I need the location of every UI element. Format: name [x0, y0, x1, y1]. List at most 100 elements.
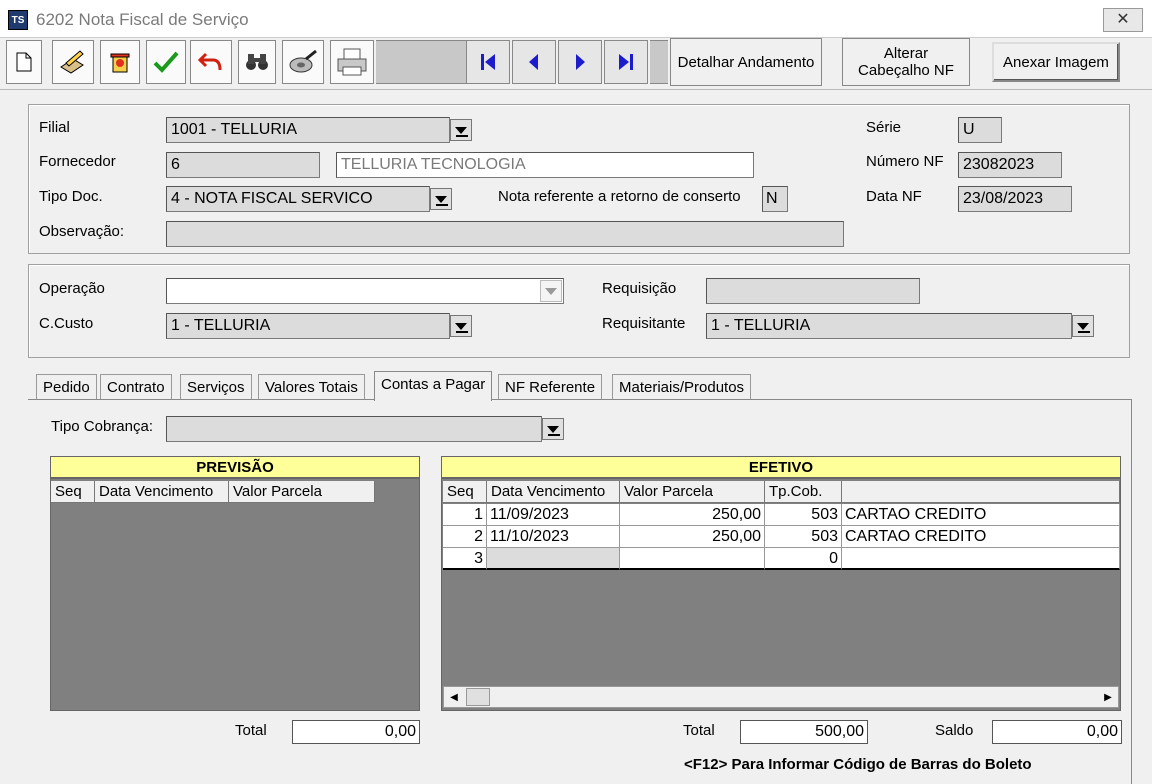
table-row-2-descricao[interactable]: CARTAO CREDITO — [842, 526, 1120, 548]
data-nf-field[interactable]: 23/08/2023 — [958, 186, 1072, 212]
scroll-right-icon[interactable]: ▶ — [1098, 687, 1118, 707]
requisitante-select[interactable]: 1 - TELLURIA — [706, 313, 1072, 339]
operacao-dropdown-icon[interactable] — [540, 280, 562, 302]
tab-pedido[interactable]: Pedido — [36, 374, 97, 400]
table-row-1-descricao[interactable]: CARTAO CREDITO — [842, 504, 1120, 526]
observacao-label: Observação: — [39, 223, 125, 240]
operacao-select[interactable] — [166, 278, 564, 304]
tab-contas-a-pagar[interactable]: Contas a Pagar — [374, 371, 493, 401]
last-record-icon[interactable] — [604, 40, 648, 84]
table-row-1-valor[interactable]: 250,00 — [620, 504, 765, 526]
efetivo-col-valor[interactable]: Valor Parcela — [620, 481, 765, 503]
tipo-cobranca-select[interactable] — [166, 416, 542, 442]
data-nf-label: Data NF — [866, 188, 922, 205]
previsao-grid[interactable] — [50, 478, 420, 711]
efetivo-col-data[interactable]: Data Vencimento — [487, 481, 620, 503]
toolbar-separator — [376, 40, 466, 84]
filial-select[interactable]: 1001 - TELLURIA — [166, 117, 450, 143]
tipo-doc-label: Tipo Doc. — [39, 188, 103, 205]
new-document-icon[interactable] — [6, 40, 42, 84]
toolbar-separator — [650, 40, 668, 84]
fornecedor-name-field[interactable]: TELLURIA TECNOLOGIA — [336, 152, 754, 178]
scrollbar-thumb[interactable] — [466, 688, 490, 706]
previsao-col-seq[interactable]: Seq — [51, 481, 95, 503]
table-row-3-seq[interactable]: 3 — [443, 548, 487, 570]
efetivo-col-descricao[interactable] — [842, 481, 1120, 503]
print-icon[interactable] — [330, 40, 374, 84]
detalhar-andamento-button[interactable]: Detalhar Andamento — [670, 38, 822, 86]
next-record-icon[interactable] — [558, 40, 602, 84]
fornecedor-code-field[interactable]: 6 — [166, 152, 320, 178]
tab-valores-totais[interactable]: Valores Totais — [258, 374, 365, 400]
efetivo-total-label: Total — [683, 722, 715, 739]
undo-icon[interactable] — [190, 40, 232, 84]
table-row-2-seq[interactable]: 2 — [443, 526, 487, 548]
f12-hint: <F12> Para Informar Código de Barras do … — [684, 756, 1032, 773]
filial-dropdown-icon[interactable] — [450, 119, 472, 141]
fornecedor-label: Fornecedor — [39, 153, 116, 170]
delete-icon[interactable] — [100, 40, 140, 84]
serie-label: Série — [866, 119, 902, 136]
requisicao-field[interactable] — [706, 278, 920, 304]
numero-nf-label: Número NF — [866, 153, 944, 170]
table-row-3-valor[interactable] — [620, 548, 765, 570]
confirm-check-icon[interactable] — [146, 40, 186, 84]
close-button[interactable]: ✕ — [1103, 8, 1143, 32]
serie-field[interactable]: U — [958, 117, 1002, 143]
tab-nf-referente[interactable]: NF Referente — [498, 374, 603, 400]
alterar-label-line1: Alterar — [883, 45, 929, 62]
previsao-col-data[interactable]: Data Vencimento — [95, 481, 229, 503]
alterar-cabecalho-button[interactable]: Alterar Cabeçalho NF — [842, 38, 970, 86]
previsao-title: PREVISÃO — [50, 456, 420, 478]
tab-materiais-produtos[interactable]: Materiais/Produtos — [612, 374, 752, 400]
detalhar-label: Detalhar Andamento — [677, 53, 815, 71]
saldo-label: Saldo — [935, 722, 974, 739]
efetivo-horizontal-scrollbar[interactable]: ◀ ▶ — [443, 686, 1119, 708]
table-row-2-valor[interactable]: 250,00 — [620, 526, 765, 548]
efetivo-total-field: 500,00 — [740, 720, 868, 744]
anexar-label: Anexar Imagem — [1003, 53, 1109, 71]
first-record-icon[interactable] — [466, 40, 510, 84]
ccusto-select[interactable]: 1 - TELLURIA — [166, 313, 450, 339]
saldo-field: 0,00 — [992, 720, 1122, 744]
table-row-1-tpcob[interactable]: 503 — [765, 504, 842, 526]
observacao-field[interactable] — [166, 221, 844, 247]
attach-disc-icon[interactable] — [282, 40, 324, 84]
requisitante-dropdown-icon[interactable] — [1072, 315, 1094, 337]
title-bar: TS 6202 Nota Fiscal de Serviço ✕ — [0, 0, 1152, 38]
table-row-3-data[interactable] — [487, 548, 620, 570]
filial-label: Filial — [39, 119, 70, 136]
numero-nf-field[interactable]: 23082023 — [958, 152, 1062, 178]
requisitante-label: Requisitante — [602, 315, 686, 332]
alterar-label-line2: Cabeçalho NF — [858, 62, 954, 79]
table-row-2-tpcob[interactable]: 503 — [765, 526, 842, 548]
table-row-3-tpcob[interactable]: 0 — [765, 548, 842, 570]
search-binoculars-icon[interactable] — [238, 40, 276, 84]
ccusto-dropdown-icon[interactable] — [450, 315, 472, 337]
window-title: 6202 Nota Fiscal de Serviço — [36, 10, 249, 29]
scroll-left-icon[interactable]: ◀ — [444, 687, 464, 707]
table-row-1-data[interactable]: 11/09/2023 — [487, 504, 620, 526]
prev-record-icon[interactable] — [512, 40, 556, 84]
anexar-imagem-button[interactable]: Anexar Imagem — [992, 42, 1120, 82]
tab-contrato[interactable]: Contrato — [100, 374, 172, 400]
edit-icon[interactable] — [52, 40, 94, 84]
previsao-col-valor[interactable]: Valor Parcela — [229, 481, 375, 503]
efetivo-col-seq[interactable]: Seq — [443, 481, 487, 503]
tab-servicos[interactable]: Serviços — [180, 374, 252, 400]
tipo-cobranca-dropdown-icon[interactable] — [542, 418, 564, 440]
table-row-2-data[interactable]: 11/10/2023 — [487, 526, 620, 548]
retorno-label: Nota referente a retorno de conserto — [498, 188, 741, 205]
previsao-total-label: Total — [235, 722, 267, 739]
tipo-cobranca-label: Tipo Cobrança: — [51, 418, 153, 435]
retorno-field[interactable]: N — [762, 186, 788, 212]
table-row-1-seq[interactable]: 1 — [443, 504, 487, 526]
previsao-total-field: 0,00 — [292, 720, 420, 744]
app-icon: TS — [8, 10, 28, 30]
requisicao-label: Requisição — [602, 280, 677, 297]
table-row-3-descricao[interactable] — [842, 548, 1120, 570]
tipo-doc-dropdown-icon[interactable] — [430, 188, 452, 210]
efetivo-col-tpcob[interactable]: Tp.Cob. — [765, 481, 842, 503]
operacao-label: Operação — [39, 280, 105, 297]
tipo-doc-select[interactable]: 4 - NOTA FISCAL SERVICO — [166, 186, 430, 212]
